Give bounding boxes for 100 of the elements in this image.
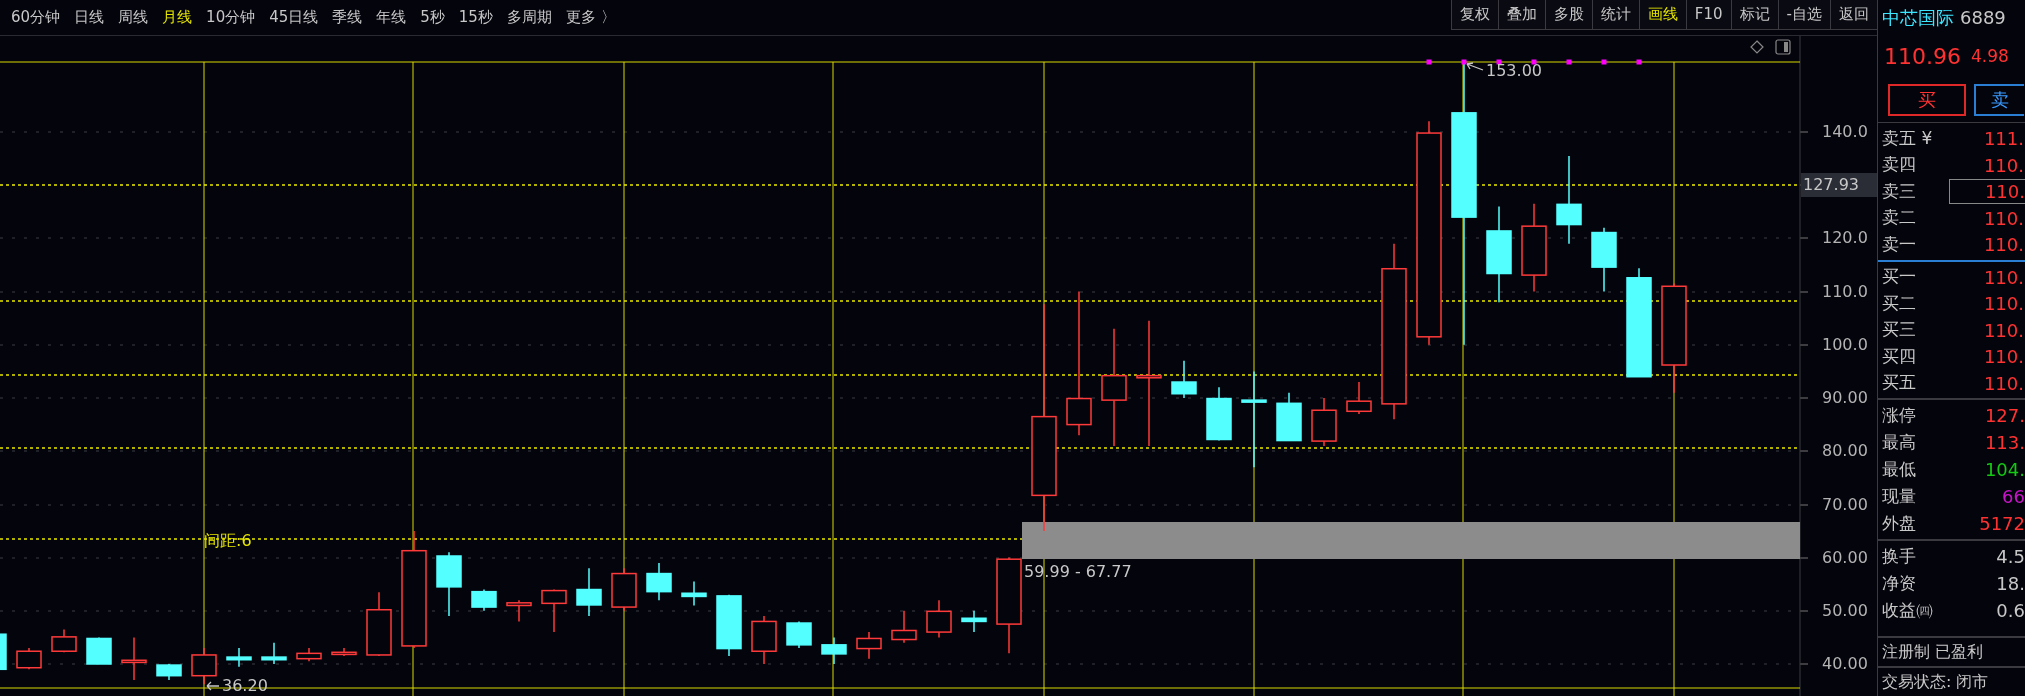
stat-label: 最高 [1882, 431, 1916, 455]
candlestick [646, 562, 672, 601]
price-change: 4.98 [1971, 44, 2009, 68]
stock-name: 中芯国际 [1882, 6, 1954, 31]
order-book-label: 买一 [1882, 265, 1916, 289]
period-tab[interactable]: 更多 〉 [560, 6, 621, 29]
order-book-price[interactable]: 110. [1949, 370, 2025, 396]
axis-label: 50.00 [1822, 600, 1868, 622]
candlestick [191, 647, 217, 685]
candlestick [121, 636, 147, 681]
axis-label: 100.0 [1822, 334, 1868, 356]
order-book-price[interactable]: 110. [1949, 179, 2025, 205]
candlestick [296, 647, 322, 663]
period-tab[interactable]: 季线 [327, 6, 368, 29]
candlestick [576, 567, 602, 617]
axis-label: 60.00 [1822, 547, 1868, 569]
low-price-label: 36.20 [222, 676, 268, 696]
candlestick [1591, 227, 1617, 293]
order-book-label: 卖二 [1882, 206, 1916, 230]
toolbar-button[interactable]: F10 [1685, 0, 1731, 30]
candlestick [0, 633, 7, 671]
candlestick [786, 620, 812, 649]
trade-status: 交易状态: 闭市 [1882, 671, 1989, 694]
diamond-icon[interactable] [1750, 40, 1764, 54]
period-tab[interactable]: 10分钟 [201, 6, 261, 29]
candlestick [856, 631, 882, 660]
stat-label: 现量 [1882, 485, 1916, 509]
stat-label: 净资 [1882, 572, 1916, 596]
price-marker: 127.93 [1801, 173, 1877, 197]
candlestick [261, 641, 287, 665]
stat-value: 104. [1984, 458, 2025, 483]
candlestick [436, 551, 462, 617]
toolbar-button[interactable]: 复权 [1450, 0, 1498, 30]
order-book-price[interactable]: 110. [1949, 344, 2025, 370]
candlestick [16, 647, 42, 671]
axis-label: 110.0 [1822, 281, 1868, 303]
order-book-price[interactable]: 110. [1949, 317, 2025, 343]
buy-button[interactable]: 买 [1888, 83, 1966, 116]
candlestick [611, 567, 637, 612]
period-tab[interactable]: 15秒 [453, 6, 498, 29]
axis-label: 90.00 [1822, 387, 1868, 409]
stat-value: 5172 [1979, 512, 2025, 537]
candlestick [506, 599, 532, 623]
stat-value: 113. [1984, 431, 2025, 456]
candlestick [716, 594, 742, 657]
order-book-price[interactable]: 110. [1949, 232, 2025, 258]
candlestick [541, 588, 567, 633]
order-book-label: 卖三 [1882, 179, 1916, 203]
toolbar-button[interactable]: -自选 [1777, 0, 1830, 30]
axis-label: 120.0 [1822, 227, 1868, 249]
candlestick [1311, 397, 1337, 447]
stat-value: 66 [2002, 485, 2025, 510]
period-tab[interactable]: 日线 [69, 6, 110, 29]
order-book-label: 卖五 ¥ [1882, 126, 1933, 150]
candlestick [926, 599, 952, 639]
toolbar-button[interactable]: 返回 [1830, 0, 1877, 30]
stat-label: 涨停 [1882, 404, 1916, 428]
order-book-price[interactable]: 110. [1949, 205, 2025, 231]
order-book-price[interactable]: 110. [1949, 264, 2025, 290]
period-tab[interactable]: 5秒 [415, 6, 450, 29]
order-book-label: 卖四 [1882, 153, 1916, 177]
sell-button[interactable]: 卖 [1974, 83, 2024, 116]
high-price-label: 153.00 [1486, 61, 1542, 81]
period-tab[interactable]: 年线 [371, 6, 412, 29]
candlestick [331, 647, 357, 657]
order-book-price[interactable]: 110. [1949, 152, 2025, 178]
axis-label: 70.00 [1822, 494, 1868, 516]
order-book-label: 卖一 [1882, 232, 1916, 256]
period-tab[interactable]: 多周期 [501, 6, 557, 29]
period-tab[interactable]: 60分钟 [6, 6, 66, 29]
axis-label: 80.00 [1822, 440, 1868, 462]
stat-value: 4.5 [1996, 545, 2025, 570]
panel-toggle-icon[interactable] [1775, 39, 1791, 55]
stat-label: 外盘 [1882, 512, 1916, 536]
candlestick [821, 636, 847, 665]
stat-value: 0.6 [1996, 599, 2025, 624]
period-tab[interactable]: 月线 [157, 6, 198, 29]
toolbar-button[interactable]: 多股 [1544, 0, 1592, 30]
stat-label: 最低 [1882, 458, 1916, 482]
period-tab[interactable]: 周线 [113, 6, 154, 29]
axis-label: 40.00 [1822, 653, 1868, 675]
spacing-label: 间距:6 [204, 531, 252, 551]
order-book-price[interactable]: 110. [1949, 291, 2025, 317]
toolbar-button[interactable]: 标记 [1730, 0, 1778, 30]
candlestick [156, 663, 182, 681]
candlestick [961, 610, 987, 633]
toolbar-button[interactable]: 统计 [1591, 0, 1639, 30]
order-book-label: 买四 [1882, 344, 1916, 368]
order-book-label: 买三 [1882, 318, 1916, 342]
period-tab[interactable]: 45日线 [264, 6, 324, 29]
order-book-price[interactable]: 111. [1949, 126, 2025, 152]
toolbar-button[interactable]: 叠加 [1497, 0, 1545, 30]
candlestick [891, 610, 917, 644]
arrow-icon [206, 681, 220, 691]
order-book-label: 买二 [1882, 291, 1916, 315]
candlestick [681, 580, 707, 607]
axis-label: 140.0 [1822, 121, 1868, 143]
candlestick [86, 636, 112, 665]
toolbar-button[interactable]: 画线 [1638, 0, 1686, 30]
candlestick [51, 628, 77, 654]
